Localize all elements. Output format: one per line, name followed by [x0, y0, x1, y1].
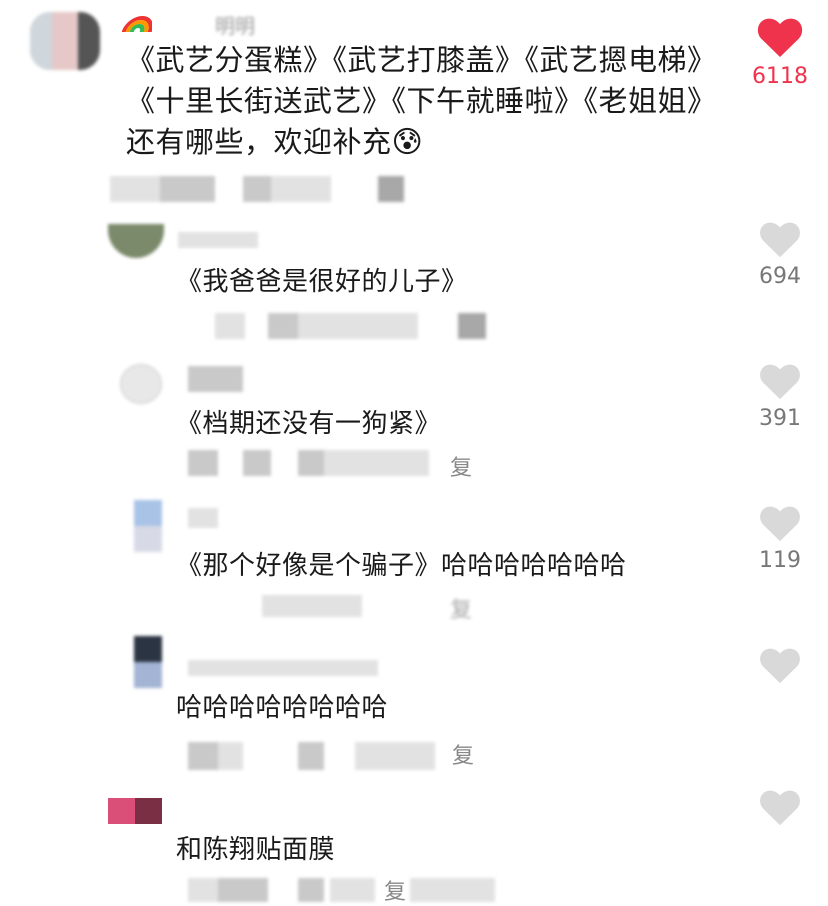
heart-icon — [760, 364, 800, 400]
like-count: 391 — [759, 406, 801, 431]
reply-button[interactable]: 复 — [384, 874, 406, 906]
username-blurred — [188, 508, 218, 528]
heart-icon — [760, 222, 800, 258]
reply-text: 哈哈哈哈哈哈哈哈 — [176, 693, 389, 723]
like-count: 694 — [759, 264, 801, 289]
heart-icon — [757, 18, 803, 58]
avatar[interactable] — [108, 798, 162, 824]
heart-icon — [760, 790, 800, 826]
heart-icon — [760, 648, 800, 684]
username-blurred — [188, 660, 378, 676]
emoji-sweat-icon: 😰 — [391, 125, 424, 160]
like-button[interactable]: 694 — [750, 222, 810, 289]
avatar[interactable] — [120, 364, 162, 404]
heart-icon — [760, 506, 800, 542]
reply-button[interactable]: 复 — [450, 592, 472, 624]
like-button[interactable] — [750, 790, 810, 832]
comment-text: 《武艺分蛋糕》《武艺打膝盖》《武艺摁电梯》《十里长街送武艺》《下午就睡啦》《老姐… — [126, 40, 736, 163]
avatar[interactable] — [134, 636, 162, 688]
like-button[interactable] — [750, 648, 810, 690]
reply-text: 《档期还没有一狗紧》 — [176, 409, 442, 439]
username[interactable]: 明明 — [215, 10, 255, 39]
reply-button[interactable]: 复 — [450, 450, 472, 482]
like-count: 119 — [759, 548, 801, 573]
rainbow-icon — [122, 16, 152, 32]
reply-text: 《我爸爸是很好的儿子》 — [176, 267, 468, 297]
like-button[interactable]: 391 — [750, 364, 810, 431]
like-button[interactable]: 119 — [750, 506, 810, 573]
avatar[interactable] — [30, 12, 100, 70]
reply-button[interactable]: 复 — [452, 738, 474, 770]
reply-text: 和陈翔贴面膜 — [176, 835, 336, 865]
avatar[interactable] — [134, 500, 162, 552]
username-blurred — [188, 366, 243, 392]
like-count: 6118 — [752, 64, 808, 89]
like-button[interactable]: 6118 — [750, 18, 810, 89]
avatar[interactable] — [108, 224, 164, 258]
username-blurred — [178, 232, 258, 248]
reply-text: 《那个好像是个骗子》哈哈哈哈哈哈哈 — [176, 551, 627, 581]
